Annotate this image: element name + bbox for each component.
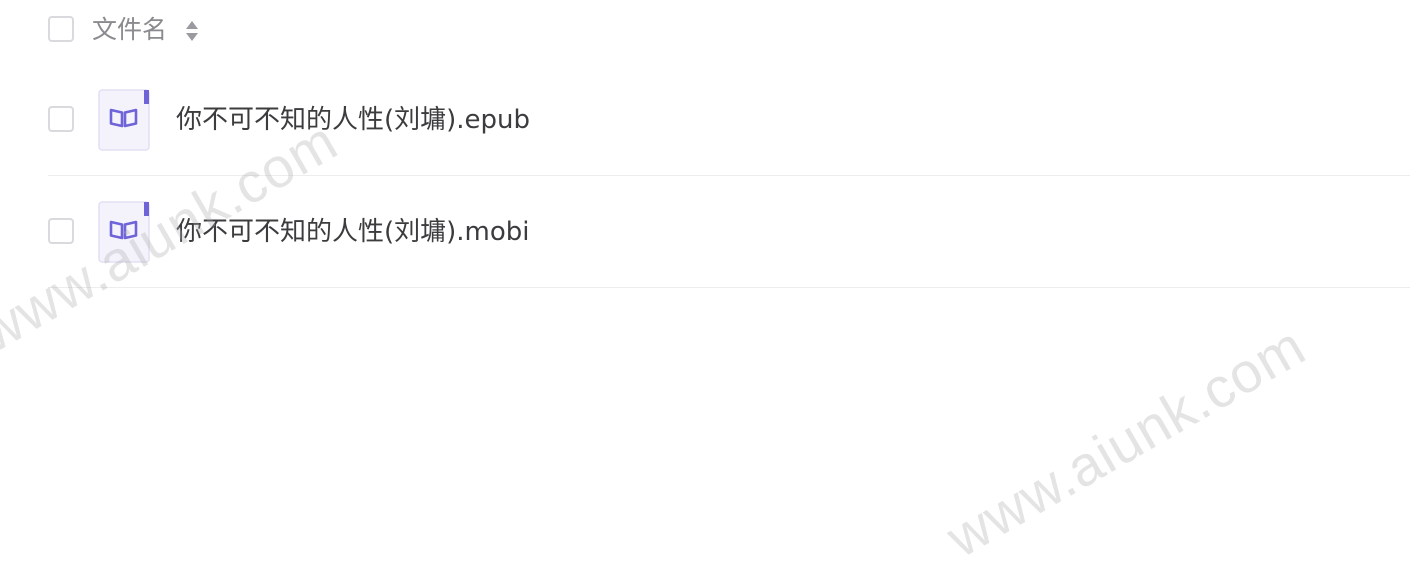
ebook-icon (98, 201, 150, 263)
row-divider (48, 287, 1410, 288)
file-select-checkbox[interactable] (48, 218, 74, 244)
file-list-header: 文件名 (0, 0, 1410, 62)
sort-updown-icon[interactable] (184, 19, 200, 43)
file-select-checkbox[interactable] (48, 106, 74, 132)
select-all-checkbox[interactable] (48, 16, 74, 42)
file-row[interactable]: 你不可不知的人性(刘墉).epub (0, 64, 1410, 176)
file-name[interactable]: 你不可不知的人性(刘墉).mobi (176, 215, 530, 249)
file-name[interactable]: 你不可不知的人性(刘墉).epub (176, 103, 530, 137)
watermark-text: www.aiunk.com (936, 313, 1316, 570)
file-list-page: 文件名 你不可不知的人性(刘墉).epub 你不可不知的人性(刘墉).mobi … (0, 0, 1410, 588)
file-row[interactable]: 你不可不知的人性(刘墉).mobi (0, 176, 1410, 288)
ebook-icon (98, 89, 150, 151)
filename-column-header[interactable]: 文件名 (92, 14, 167, 46)
